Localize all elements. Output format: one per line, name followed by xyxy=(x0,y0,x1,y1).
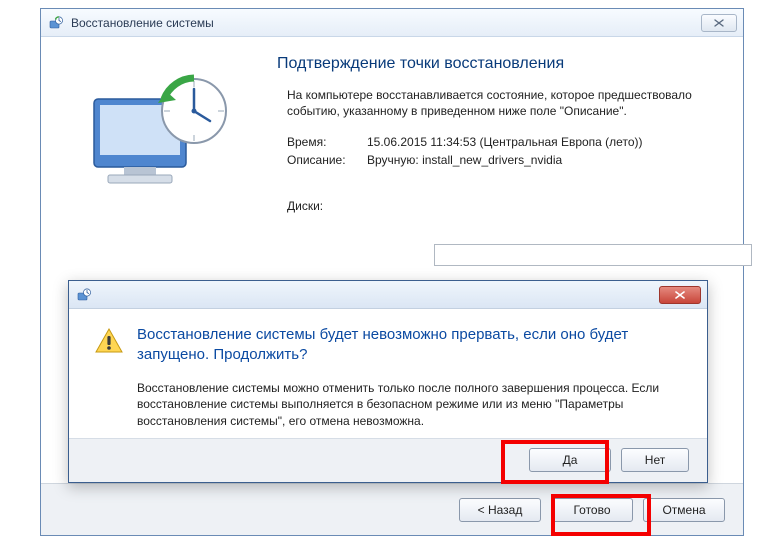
window-title: Восстановление системы xyxy=(71,16,701,30)
warning-icon xyxy=(89,325,129,430)
cancel-button[interactable]: Отмена xyxy=(643,498,725,522)
restore-icon xyxy=(75,286,93,304)
restore-illustration xyxy=(51,49,271,217)
confirm-sub-text: Восстановление системы можно отменить то… xyxy=(137,380,689,430)
main-body: Подтверждение точки восстановления На ко… xyxy=(41,37,743,217)
confirm-text: Восстановление системы будет невозможно … xyxy=(129,325,689,430)
confirm-main-text: Восстановление системы будет невозможно … xyxy=(137,325,689,366)
window-titlebar: Восстановление системы xyxy=(41,9,743,37)
confirm-body: Восстановление системы будет невозможно … xyxy=(69,309,707,438)
confirm-footer: Да Нет xyxy=(69,438,707,482)
confirm-titlebar xyxy=(69,281,707,309)
time-row: Время: 15.06.2015 11:34:53 (Центральная … xyxy=(287,135,723,149)
restore-icon xyxy=(47,14,65,32)
time-label: Время: xyxy=(287,135,367,149)
description-text: На компьютере восстанавливается состояни… xyxy=(287,87,723,119)
disks-field xyxy=(434,244,752,266)
description-value: Вручную: install_new_drivers_nvidia xyxy=(367,153,723,167)
description-row: Описание: Вручную: install_new_drivers_n… xyxy=(287,153,723,167)
confirm-close-button[interactable] xyxy=(659,286,701,304)
close-button[interactable] xyxy=(701,14,737,32)
confirm-dialog: Восстановление системы будет невозможно … xyxy=(68,280,708,483)
yes-button[interactable]: Да xyxy=(529,448,611,472)
time-value: 15.06.2015 11:34:53 (Центральная Европа … xyxy=(367,135,723,149)
wizard-footer: < Назад Готово Отмена xyxy=(41,483,743,535)
description-label: Описание: xyxy=(287,153,367,167)
disks-label: Диски: xyxy=(287,199,367,213)
right-content: Подтверждение точки восстановления На ко… xyxy=(271,49,723,217)
back-button[interactable]: < Назад xyxy=(459,498,541,522)
no-button[interactable]: Нет xyxy=(621,448,689,472)
page-heading: Подтверждение точки восстановления xyxy=(277,55,723,73)
finish-button[interactable]: Готово xyxy=(551,498,633,522)
disks-row: Диски: xyxy=(287,199,723,213)
